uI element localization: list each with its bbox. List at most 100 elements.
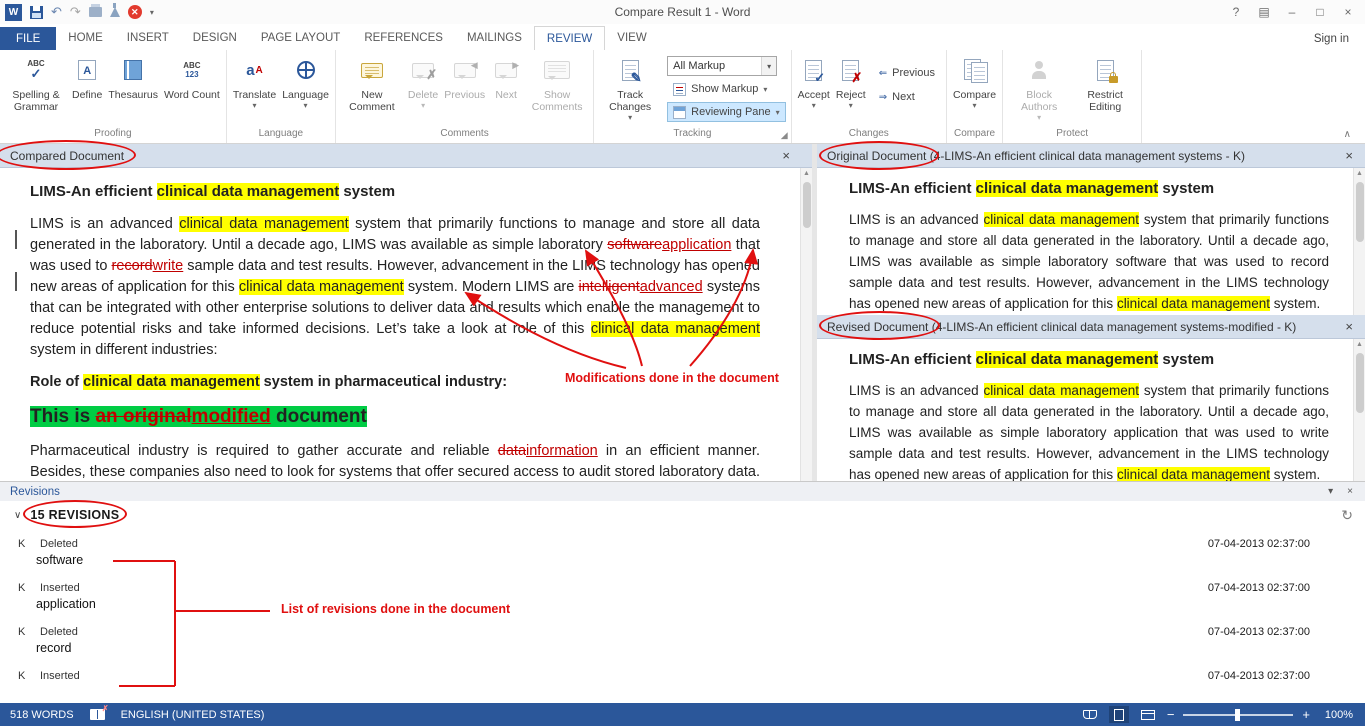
save-icon[interactable] xyxy=(30,6,43,19)
web-layout-button[interactable] xyxy=(1138,706,1158,723)
restrict-editing-button[interactable]: Restrict Editing xyxy=(1072,51,1138,113)
reject-button[interactable]: ✗ Reject xyxy=(833,51,869,110)
tab-references[interactable]: REFERENCES xyxy=(352,26,455,50)
tab-home[interactable]: HOME xyxy=(56,26,115,50)
print-layout-button[interactable] xyxy=(1109,706,1129,723)
translate-button[interactable]: Translate xyxy=(230,51,279,110)
zoom-in-button[interactable]: + xyxy=(1302,708,1310,721)
close-icon[interactable]: × xyxy=(1347,486,1353,497)
define-icon xyxy=(78,60,96,80)
customize-qat-caret-icon[interactable]: ▾ xyxy=(150,8,154,17)
word-count-status[interactable]: 518 WORDS xyxy=(10,709,74,721)
restrict-editing-icon xyxy=(1097,60,1114,81)
read-mode-button[interactable] xyxy=(1080,706,1100,723)
new-comment-button[interactable]: New Comment xyxy=(339,51,405,113)
define-button[interactable]: Define xyxy=(69,51,105,101)
scroll-up-icon[interactable]: ▲ xyxy=(1354,339,1365,351)
compared-document-body[interactable]: LIMS-An efficient clinical data manageme… xyxy=(0,168,812,481)
minimize-button[interactable]: – xyxy=(1280,3,1304,21)
original-scrollbar[interactable]: ▲ xyxy=(1353,168,1365,315)
printer-icon[interactable] xyxy=(89,7,102,17)
zoom-slider-thumb[interactable] xyxy=(1235,709,1240,721)
stop-icon[interactable]: ✕ xyxy=(128,5,142,19)
reviewing-pane-button[interactable]: Reviewing Pane ▾ xyxy=(667,102,786,122)
spelling-grammar-button[interactable]: Spelling & Grammar xyxy=(3,51,69,113)
chevron-down-icon[interactable]: ▾ xyxy=(761,57,776,75)
ribbon-tab-row: FILE HOMEINSERTDESIGNPAGE LAYOUTREFERENC… xyxy=(0,24,1365,50)
undo-icon[interactable]: ↶ xyxy=(51,5,62,19)
close-icon[interactable]: × xyxy=(782,148,802,163)
refresh-icon[interactable]: ↻ xyxy=(1341,507,1353,524)
compare-button[interactable]: Compare xyxy=(950,51,999,110)
display-for-review-select[interactable]: All Markup ▾ xyxy=(667,56,777,76)
word-count-button[interactable]: Word Count xyxy=(161,51,223,101)
next-change-button[interactable]: ⇒ Next xyxy=(873,87,941,107)
close-icon[interactable]: × xyxy=(1345,148,1355,163)
tracking-dialog-launcher-icon[interactable]: ◢ xyxy=(781,130,788,141)
text-segment-n: system. xyxy=(1270,467,1320,481)
scrollbar-thumb[interactable] xyxy=(1356,182,1364,242)
zoom-out-button[interactable]: − xyxy=(1167,708,1175,721)
close-button[interactable]: × xyxy=(1336,3,1360,21)
sign-in-link[interactable]: Sign in xyxy=(1314,33,1365,50)
revision-item[interactable]: KDeleted07-04-2013 02:37:00record xyxy=(0,624,1365,668)
language-button[interactable]: Language xyxy=(279,51,332,110)
track-changes-button[interactable]: ✎ Track Changes xyxy=(597,51,663,122)
show-comments-button[interactable]: Show Comments xyxy=(524,51,590,113)
group-name-comments: Comments xyxy=(339,127,590,143)
close-icon[interactable]: × xyxy=(1345,319,1355,334)
revision-action: Deleted xyxy=(40,626,78,638)
tab-review[interactable]: REVIEW xyxy=(534,26,605,50)
revised-document-body[interactable]: LIMS-An efficient clinical data manageme… xyxy=(817,339,1365,481)
accept-button[interactable]: ✓ Accept xyxy=(795,51,833,110)
translate-icon xyxy=(240,55,270,85)
show-markup-button[interactable]: Show Markup ▾ xyxy=(667,79,786,99)
previous-change-label: Previous xyxy=(892,67,935,79)
revisions-pane-menu-icon[interactable]: ▾ xyxy=(1328,486,1333,497)
ribbon-display-options-button[interactable]: ▤ xyxy=(1252,3,1276,21)
word-logo-icon[interactable] xyxy=(5,4,22,21)
maximize-button[interactable]: □ xyxy=(1308,3,1332,21)
print-layout-icon xyxy=(1114,709,1124,721)
change-bar xyxy=(15,230,17,249)
text-segment-hl: clinical data management xyxy=(83,374,259,390)
text-segment-hl: clinical data management xyxy=(239,279,404,295)
delete-comment-button[interactable]: ✗ Delete xyxy=(405,51,441,110)
block-authors-button[interactable]: Block Authors xyxy=(1006,51,1072,122)
language-status[interactable]: ENGLISH (UNITED STATES) xyxy=(121,709,265,721)
collapse-ribbon-button[interactable]: ∧ xyxy=(1344,129,1351,140)
tab-design[interactable]: DESIGN xyxy=(181,26,249,50)
previous-change-button[interactable]: ⇐ Previous xyxy=(873,63,941,83)
text-segment-hl: clinical data management xyxy=(976,180,1159,197)
group-name-protect: Protect xyxy=(1006,127,1138,143)
proofing-status-icon[interactable] xyxy=(90,709,105,720)
tab-mailings[interactable]: MAILINGS xyxy=(455,26,534,50)
scrollbar-thumb[interactable] xyxy=(1356,353,1364,413)
zoom-slider[interactable] xyxy=(1183,714,1293,716)
thesaurus-button[interactable]: Thesaurus xyxy=(105,51,161,101)
next-comment-button[interactable]: ▶ Next xyxy=(488,51,524,101)
scroll-up-icon[interactable]: ▲ xyxy=(801,168,812,180)
redo-icon[interactable]: ↷ xyxy=(70,5,81,19)
help-button[interactable]: ? xyxy=(1224,3,1248,21)
scrollbar-thumb[interactable] xyxy=(803,182,811,228)
revision-item[interactable]: KDeleted07-04-2013 02:37:00software xyxy=(0,536,1365,580)
revision-item[interactable]: KInserted07-04-2013 02:37:00 xyxy=(0,668,1365,703)
revised-scrollbar[interactable]: ▲ xyxy=(1353,339,1365,481)
original-document-body[interactable]: LIMS-An efficient clinical data manageme… xyxy=(817,168,1365,315)
chevron-down-icon[interactable]: ∨ xyxy=(14,510,21,521)
zoom-level[interactable]: 100% xyxy=(1319,709,1353,721)
compared-scrollbar[interactable]: ▲ xyxy=(800,168,812,481)
tab-file[interactable]: FILE xyxy=(0,27,56,50)
previous-comment-button[interactable]: ◀ Previous xyxy=(441,51,488,101)
tab-insert[interactable]: INSERT xyxy=(115,26,181,50)
accept-label: Accept xyxy=(798,89,830,101)
flask-icon[interactable] xyxy=(110,7,120,17)
tab-view[interactable]: VIEW xyxy=(605,26,658,50)
text-segment-del: data xyxy=(498,443,526,459)
tab-page-layout[interactable]: PAGE LAYOUT xyxy=(249,26,352,50)
compare-icon xyxy=(964,59,986,81)
scroll-up-icon[interactable]: ▲ xyxy=(1354,168,1365,180)
revision-item[interactable]: KInserted07-04-2013 02:37:00application xyxy=(0,580,1365,624)
group-name-tracking: Tracking xyxy=(597,127,788,143)
